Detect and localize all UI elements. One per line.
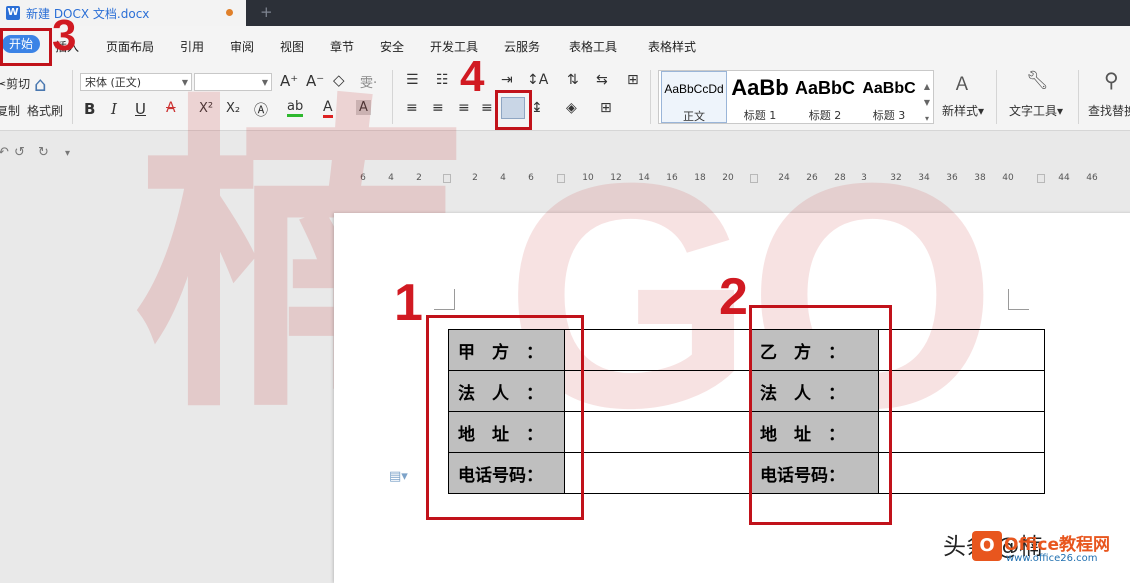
annotation-number-3: 3 bbox=[52, 11, 77, 60]
tab-cloud[interactable]: 云服务 bbox=[504, 38, 540, 55]
align-justify-icon[interactable]: ≡ bbox=[481, 100, 493, 116]
bold-button[interactable]: B bbox=[84, 100, 95, 118]
document-tab[interactable]: W 新建 DOCX 文档.docx bbox=[0, 0, 246, 26]
customize-toolbar-icon[interactable]: ▾ bbox=[65, 148, 70, 159]
table-cell[interactable] bbox=[564, 370, 751, 412]
copy-button[interactable]: 复制 bbox=[0, 102, 20, 119]
unsaved-indicator bbox=[226, 9, 233, 16]
sort-icon[interactable]: ⇅ bbox=[567, 72, 579, 88]
redo-icon[interactable]: ↶ bbox=[0, 145, 9, 160]
margin-corner-mark bbox=[434, 289, 455, 310]
tab-table-tools[interactable]: 表格工具 bbox=[569, 38, 617, 55]
brand-name: Office教程网 bbox=[1004, 535, 1111, 555]
margin-corner-mark bbox=[1008, 289, 1029, 310]
annotation-number-2: 2 bbox=[719, 268, 748, 326]
tab-references[interactable]: 引用 bbox=[180, 38, 204, 55]
redo-icon[interactable]: ↻ bbox=[38, 145, 49, 160]
italic-button[interactable]: I bbox=[111, 100, 117, 118]
ruler-tick: 40 bbox=[1002, 173, 1014, 183]
table-cell[interactable] bbox=[878, 370, 1045, 412]
tab-table-style[interactable]: 表格样式 bbox=[648, 38, 696, 55]
ruler-tick: 46 bbox=[1086, 173, 1098, 183]
borders-icon[interactable]: ⊞ bbox=[600, 100, 612, 116]
font-name-value: 宋体 (正文) bbox=[85, 76, 142, 89]
tab-chapter[interactable]: 章节 bbox=[330, 38, 354, 55]
separator bbox=[996, 70, 997, 124]
search-icon[interactable]: ⚲ bbox=[1104, 68, 1119, 92]
separator bbox=[72, 70, 73, 124]
indent-icon[interactable]: ⇥ bbox=[501, 72, 513, 88]
table-cell[interactable] bbox=[878, 329, 1045, 371]
style-sample: AaBb bbox=[731, 75, 789, 100]
text-tools-button[interactable]: 文字工具▾ bbox=[1009, 102, 1063, 119]
annotation-box-3 bbox=[0, 28, 52, 66]
find-replace-button[interactable]: 查找替换 bbox=[1088, 102, 1130, 119]
cut-button[interactable]: ✂剪切 bbox=[0, 75, 30, 92]
annotation-box-2 bbox=[749, 305, 892, 525]
annotation-box-4 bbox=[495, 90, 532, 130]
text-direction-icon[interactable]: ↕A bbox=[527, 72, 548, 88]
ruler-tick: 44 bbox=[1058, 173, 1070, 183]
table-insert-icon[interactable]: ⊞ bbox=[627, 72, 639, 88]
new-style-icon[interactable]: Ａ bbox=[953, 70, 971, 96]
tab-review[interactable]: 审阅 bbox=[230, 38, 254, 55]
format-painter-button[interactable]: 格式刷 bbox=[27, 102, 63, 119]
table-cell[interactable] bbox=[564, 411, 751, 453]
annotation-number-1: 1 bbox=[394, 274, 423, 332]
separator bbox=[1078, 70, 1079, 124]
copy-label: 复制 bbox=[0, 104, 21, 118]
table-cell[interactable] bbox=[564, 329, 751, 371]
office-logo-icon: O bbox=[972, 531, 1002, 561]
format-painter-icon[interactable]: ⌂ bbox=[34, 72, 47, 96]
annotation-box-1 bbox=[426, 315, 584, 520]
shading-icon[interactable]: ◈ bbox=[566, 100, 577, 116]
title-bar: W 新建 DOCX 文档.docx + bbox=[0, 0, 1130, 26]
new-tab-button[interactable]: + bbox=[260, 3, 273, 21]
undo-icon[interactable]: ↺ bbox=[14, 145, 25, 160]
table-cell[interactable] bbox=[878, 411, 1045, 453]
table-cell[interactable] bbox=[564, 452, 751, 494]
ruler-tick: 2 bbox=[472, 173, 478, 183]
tab-security[interactable]: 安全 bbox=[380, 38, 404, 55]
text-tools-label: 文字工具 bbox=[1009, 104, 1058, 118]
style-sample: AaBbCcDd bbox=[664, 82, 724, 96]
tab-page-layout[interactable]: 页面布局 bbox=[106, 38, 154, 55]
menu-bar: 开始 插入 页面布局 引用 审阅 视图 章节 安全 开发工具 云服务 表格工具 … bbox=[0, 26, 1130, 64]
cut-label: 剪切 bbox=[6, 77, 31, 91]
paragraph-marker-icon[interactable]: ▤▾ bbox=[389, 469, 408, 484]
paragraph-spacing-icon[interactable]: ⇆ bbox=[596, 72, 608, 88]
ruler-marker[interactable] bbox=[1037, 174, 1045, 183]
document-title: 新建 DOCX 文档.docx bbox=[26, 7, 150, 21]
brand-url: www.office26.com bbox=[1006, 553, 1098, 564]
annotation-number-4: 4 bbox=[460, 52, 485, 101]
wps-writer-icon: W bbox=[6, 6, 20, 20]
line-spacing-icon[interactable]: ↨ bbox=[531, 100, 543, 116]
style-sample: AaBbC bbox=[794, 78, 855, 98]
table-cell[interactable] bbox=[878, 452, 1045, 494]
wrench-icon[interactable]: 🔧︎ bbox=[1026, 70, 1049, 91]
style-sample: AaBbC bbox=[862, 80, 916, 97]
tab-view[interactable]: 视图 bbox=[280, 38, 304, 55]
